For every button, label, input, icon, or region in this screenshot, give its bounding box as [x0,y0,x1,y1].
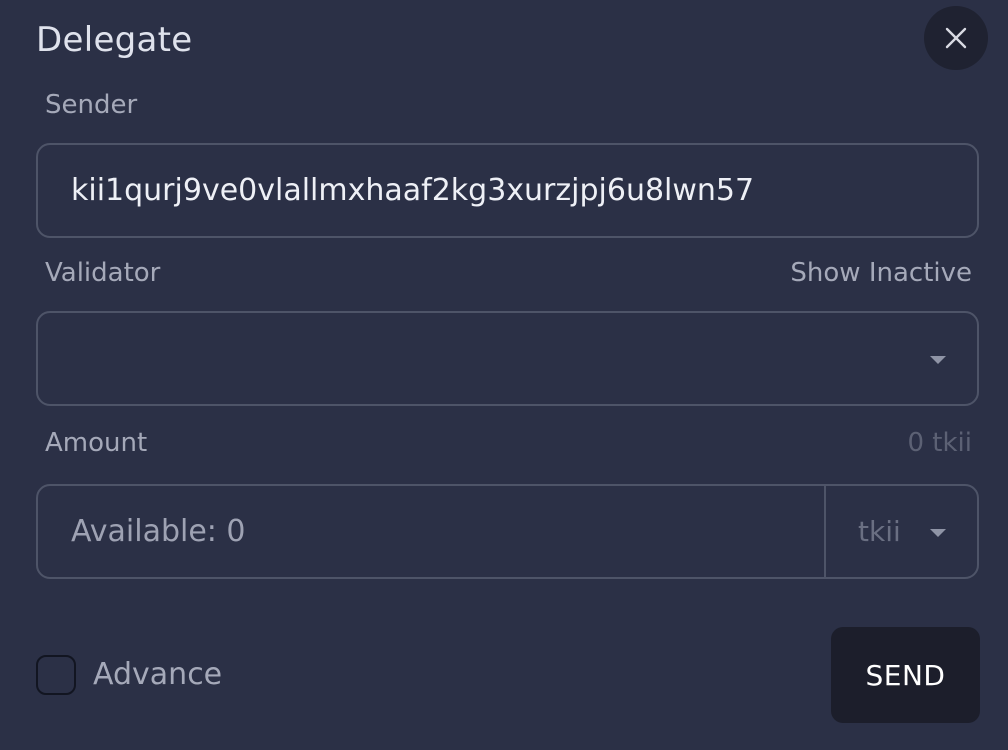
chevron-down-icon [930,356,946,364]
close-icon [945,27,967,49]
sender-label: Sender [45,90,138,120]
validator-label: Validator [45,258,161,288]
send-button[interactable]: SEND [831,627,980,723]
close-button[interactable] [924,6,988,70]
denom-label: tkii [858,515,901,548]
sender-field[interactable]: kii1qurj9ve0vlallmxhaaf2kg3xurzjpj6u8lwn… [36,143,979,238]
sender-address: kii1qurj9ve0vlallmxhaaf2kg3xurzjpj6u8lwn… [71,173,755,208]
delegate-dialog: Delegate Sender kii1qurj9ve0vlallmxhaaf2… [0,0,1008,750]
show-inactive-link[interactable]: Show Inactive [790,258,972,288]
denom-select[interactable]: tkii [826,486,979,577]
amount-field: tkii [36,484,979,579]
advance-label[interactable]: Advance [93,655,222,695]
chevron-down-icon [930,529,946,537]
amount-label: Amount [45,428,148,458]
advance-checkbox[interactable] [36,655,76,695]
dialog-title: Delegate [36,20,193,60]
amount-input[interactable] [38,486,824,577]
validator-select[interactable] [36,311,979,406]
amount-balance: 0 tkii [907,428,972,458]
